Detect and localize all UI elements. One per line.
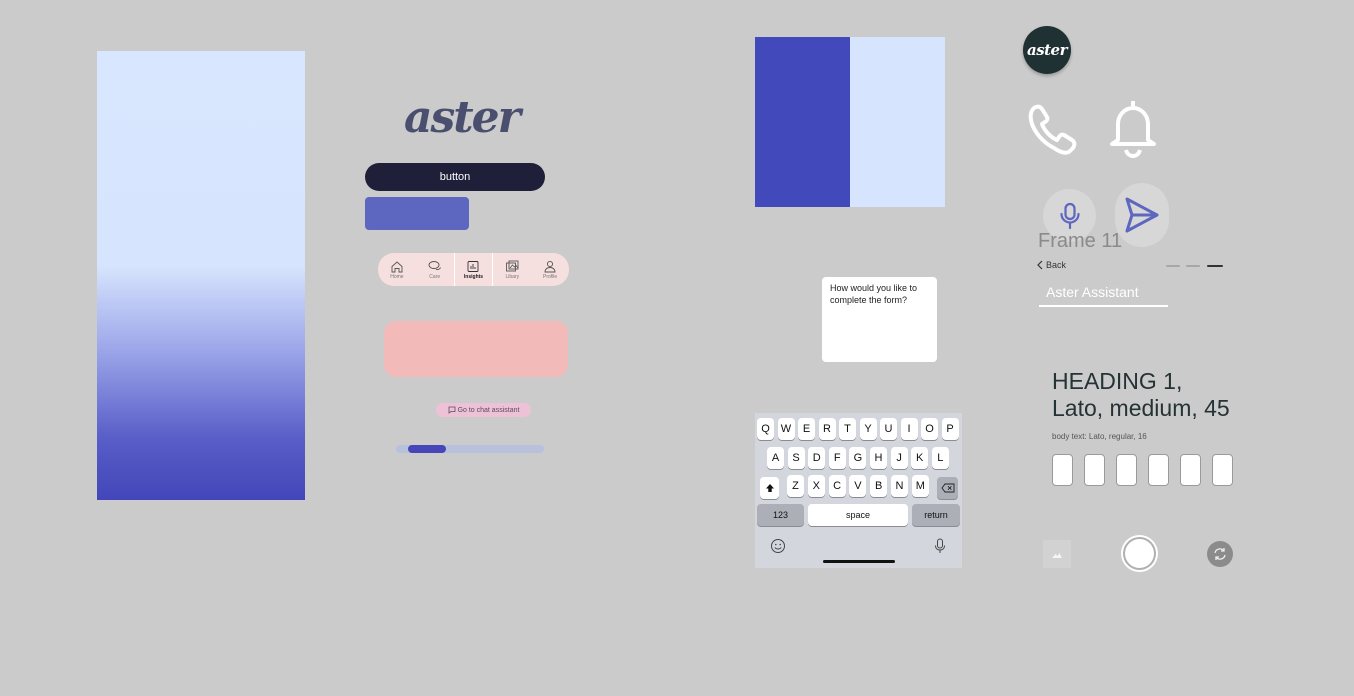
typography-body-sample: body text: Lato, regular, 16 <box>1052 432 1147 441</box>
key-n[interactable]: N <box>891 475 908 497</box>
key-g[interactable]: G <box>849 447 867 469</box>
key-a[interactable]: A <box>767 447 784 469</box>
tab-label: Care <box>429 273 441 280</box>
key-j[interactable]: J <box>890 447 908 469</box>
question-card: How would you like to complete the form? <box>822 277 937 362</box>
key-c[interactable]: C <box>828 475 846 497</box>
otp-box[interactable] <box>1148 454 1169 486</box>
bar-chart-icon <box>468 260 479 272</box>
key-w[interactable]: W <box>777 418 795 440</box>
key-i[interactable]: I <box>900 418 918 440</box>
dictation-mic-icon[interactable] <box>933 538 947 554</box>
aster-logo: aster <box>404 92 521 143</box>
gallery-thumbnail-button[interactable] <box>1043 540 1071 568</box>
key-l[interactable]: L <box>931 447 949 469</box>
bell-icon[interactable] <box>1104 96 1162 160</box>
key-b[interactable]: B <box>870 475 888 497</box>
color-swatch-light-blue <box>850 37 945 207</box>
key-d[interactable]: D <box>808 447 826 469</box>
key-s[interactable]: S <box>787 447 805 469</box>
step-indicator-2 <box>1186 265 1200 267</box>
emoji-icon[interactable] <box>770 538 786 554</box>
camera-shutter-button[interactable] <box>1121 535 1158 572</box>
key-u[interactable]: U <box>880 418 897 440</box>
progress-bar <box>396 445 544 453</box>
key-t[interactable]: T <box>839 418 856 440</box>
key-o[interactable]: O <box>921 418 938 440</box>
key-h[interactable]: H <box>870 447 887 469</box>
pink-card <box>384 321 568 377</box>
key-y[interactable]: Y <box>859 418 877 440</box>
home-indicator <box>823 560 895 563</box>
key-r[interactable]: R <box>818 418 836 440</box>
otp-box[interactable] <box>1084 454 1105 486</box>
heading-line-1: HEADING 1, <box>1052 368 1183 394</box>
home-icon <box>391 260 403 272</box>
tab-insights[interactable]: Insights <box>453 253 494 286</box>
image-gallery-icon <box>506 260 519 271</box>
key-m[interactable]: M <box>911 475 929 497</box>
frame-title: Frame 11 <box>1038 230 1123 252</box>
otp-box[interactable] <box>1116 454 1137 486</box>
backspace-icon <box>940 483 954 493</box>
chat-icon <box>448 406 455 414</box>
typography-heading-sample: HEADING 1, Lato, medium, 45 <box>1052 368 1230 422</box>
gradient-background-panel <box>97 51 305 500</box>
mountain-icon <box>1052 553 1062 558</box>
rotate-camera-icon <box>1214 548 1226 560</box>
send-button[interactable] <box>1115 183 1169 247</box>
chip-label: Go to chat assistant <box>457 406 520 414</box>
tab-label: Insights <box>463 273 484 280</box>
numbers-key[interactable]: 123 <box>757 504 804 526</box>
purple-block-button[interactable] <box>365 197 469 230</box>
tab-label: Libary <box>505 273 520 280</box>
tab-home[interactable]: Home <box>378 253 416 286</box>
step-indicator-3 <box>1207 265 1223 267</box>
tab-library[interactable]: Libary <box>493 253 531 286</box>
back-link[interactable]: Back <box>1037 260 1066 270</box>
tab-label: Profile <box>542 273 558 280</box>
otp-box[interactable] <box>1212 454 1233 486</box>
key-z[interactable]: Z <box>787 475 804 497</box>
person-icon <box>544 260 556 272</box>
primary-button[interactable]: button <box>365 163 545 191</box>
key-f[interactable]: F <box>828 447 846 469</box>
key-x[interactable]: X <box>807 475 825 497</box>
step-indicator-1 <box>1166 265 1180 267</box>
key-p[interactable]: P <box>941 418 959 440</box>
phone-icon[interactable] <box>1026 102 1080 156</box>
assistant-name-field[interactable]: Aster Assistant <box>1039 280 1168 307</box>
color-swatch-indigo <box>755 37 850 207</box>
return-key[interactable]: return <box>912 504 960 526</box>
tab-profile[interactable]: Profile <box>531 253 569 286</box>
chat-bubbles-icon <box>428 260 441 270</box>
space-key[interactable]: space <box>808 504 908 526</box>
key-q[interactable]: Q <box>757 418 774 440</box>
shift-key[interactable] <box>760 477 779 499</box>
chevron-left-icon <box>1037 260 1043 270</box>
shift-arrow-icon <box>765 484 774 492</box>
flip-camera-button[interactable] <box>1207 541 1233 567</box>
aster-avatar: aster <box>1023 26 1071 74</box>
progress-fill <box>408 445 446 453</box>
otp-box[interactable] <box>1180 454 1201 486</box>
key-e[interactable]: E <box>798 418 815 440</box>
send-icon <box>1125 197 1159 233</box>
otp-box[interactable] <box>1052 454 1073 486</box>
key-v[interactable]: V <box>849 475 867 497</box>
heading-line-2: Lato, medium, 45 <box>1052 395 1230 421</box>
microphone-icon <box>1059 202 1080 229</box>
onscreen-keyboard: QWERTYUIOP ASDFGHJKL ZXCVBNM 123 space ret… <box>755 413 962 568</box>
bottom-tab-bar: Home Care Insights Libary Profile <box>378 253 569 286</box>
chat-assistant-chip[interactable]: Go to chat assistant <box>436 403 531 417</box>
key-k[interactable]: K <box>911 447 929 469</box>
tab-care[interactable]: Care <box>416 253 454 286</box>
tab-label: Home <box>390 273 404 280</box>
backspace-key[interactable] <box>937 477 958 499</box>
back-label: Back <box>1046 260 1067 270</box>
